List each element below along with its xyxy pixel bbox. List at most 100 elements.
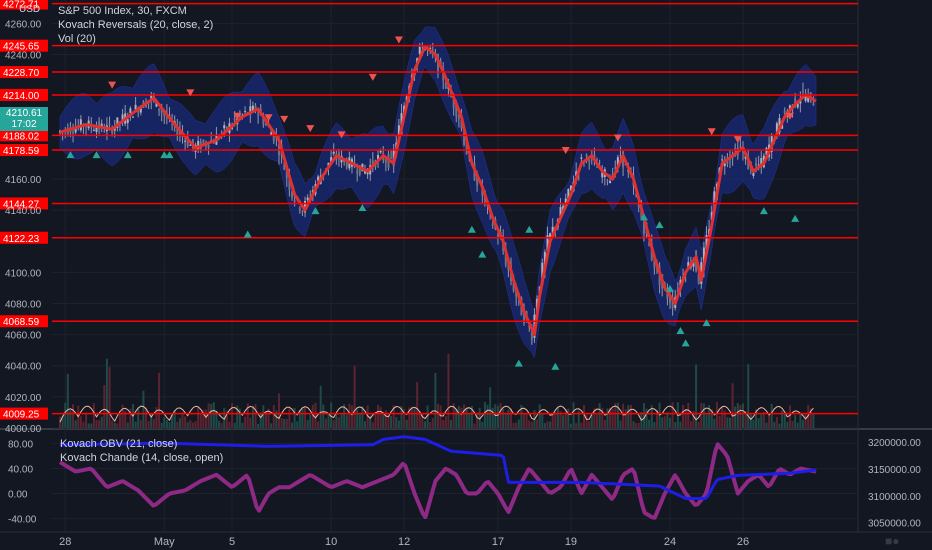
volume-bar: [700, 402, 703, 428]
candle-body: [95, 127, 98, 133]
candle-body: [580, 157, 583, 159]
volume-bar: [770, 403, 773, 428]
price-tick-label: 4080.00: [5, 299, 42, 310]
volume-bar: [431, 417, 434, 428]
volume-bar: [377, 404, 380, 428]
symbol-title[interactable]: S&P 500 Index, 30, FXCM: [58, 4, 187, 18]
volume-bar: [350, 405, 353, 428]
volume-bar: [314, 402, 317, 428]
volume-bar: [178, 418, 181, 428]
volume-bar: [669, 417, 672, 428]
volume-bar: [796, 422, 799, 428]
tradingview-logo-icon: ■●: [885, 534, 900, 548]
volume-bar: [137, 407, 140, 428]
indicator-kovach-reversals-label[interactable]: Kovach Reversals (20, close, 2): [58, 18, 213, 32]
volume-bar: [207, 403, 210, 428]
level-price-label: 4188.02: [3, 131, 40, 142]
volume-bar: [262, 405, 265, 428]
volume-bar: [721, 407, 724, 428]
volume-bar: [580, 422, 583, 428]
volume-bar: [536, 419, 539, 428]
volume-bar: [804, 412, 807, 428]
candle-body: [244, 111, 247, 113]
indicator-kovach-chande-label[interactable]: Kovach Chande (14, close, open): [60, 451, 223, 465]
chart-canvas[interactable]: 4272.714245.654228.704214.004188.024178.…: [0, 0, 932, 550]
candle-body: [812, 103, 815, 106]
volume-bar: [244, 416, 247, 428]
oscillator-tick-label: 40.00: [8, 464, 33, 475]
volume-bar: [619, 420, 622, 428]
volume-bar: [775, 416, 778, 428]
obv-tick-label: 3100000.00: [868, 492, 921, 503]
candle-body: [108, 123, 111, 125]
candle-body: [332, 151, 335, 154]
volume-bar: [191, 422, 194, 428]
volume-bar: [410, 406, 413, 428]
volume-bar: [405, 419, 408, 428]
candle-body: [72, 132, 75, 134]
volume-bar: [85, 412, 88, 428]
volume-bar: [332, 420, 335, 428]
volume-bar: [163, 417, 166, 428]
volume-bar: [538, 404, 541, 428]
volume-bar: [543, 423, 546, 428]
candle-body: [739, 146, 742, 148]
volume-bar: [572, 402, 575, 428]
volume-bar: [682, 404, 685, 428]
volume-bar: [632, 421, 635, 428]
volume-bar: [622, 403, 625, 428]
volume-bar: [596, 414, 599, 428]
volume-bar: [87, 423, 90, 428]
candle-body: [293, 200, 296, 202]
volume-bar: [413, 408, 416, 428]
indicator-volume-label[interactable]: Vol (20): [58, 32, 96, 46]
volume-bar: [713, 418, 716, 428]
candle-body: [606, 180, 609, 182]
volume-bar: [358, 413, 361, 428]
candle-body: [379, 150, 382, 153]
volume-bar: [111, 420, 114, 428]
level-price-label: 4178.59: [3, 146, 40, 157]
volume-bar: [627, 405, 630, 428]
volume-bar: [747, 364, 750, 428]
volume-bar: [648, 419, 651, 428]
volume-bar: [689, 421, 692, 428]
volume-bar: [158, 372, 161, 428]
volume-bar: [317, 421, 320, 428]
last-price-value: 4210.61: [5, 108, 43, 119]
volume-bar: [731, 383, 734, 428]
time-axis-label: 5: [229, 536, 235, 548]
volume-bar: [504, 414, 507, 428]
volume-bar: [483, 402, 486, 428]
price-tick-label: 4020.00: [5, 393, 42, 404]
volume-bar: [103, 385, 106, 428]
volume-bar: [465, 409, 468, 428]
volume-bar: [551, 414, 554, 428]
volume-bar: [554, 412, 557, 428]
candle-body: [301, 211, 304, 213]
volume-bar: [100, 416, 103, 428]
volume-bar: [752, 419, 755, 428]
volume-bar: [301, 408, 304, 428]
volume-bar: [760, 414, 763, 428]
volume-bar: [674, 422, 677, 428]
indicator-kovach-obv-label[interactable]: Kovach OBV (21, close): [60, 437, 177, 451]
candle-body: [298, 207, 301, 211]
volume-bar: [585, 414, 588, 428]
volume-bar: [126, 422, 129, 428]
volume-bar: [142, 390, 145, 428]
volume-bar: [801, 419, 804, 428]
volume-bar: [642, 402, 645, 428]
volume-bar: [429, 422, 432, 428]
candle-body: [723, 163, 726, 167]
volume-bar: [502, 408, 505, 428]
volume-bar: [575, 423, 578, 428]
price-tick-label: 4100.00: [5, 268, 42, 279]
last-price-tag: 4210.61 17:02: [0, 107, 48, 131]
volume-bar: [635, 423, 638, 428]
volume-bar: [356, 409, 359, 428]
volume-bar: [147, 420, 150, 428]
volume-bar: [254, 404, 257, 428]
level-price-label: 4009.25: [3, 410, 40, 421]
volume-bar: [442, 419, 445, 428]
